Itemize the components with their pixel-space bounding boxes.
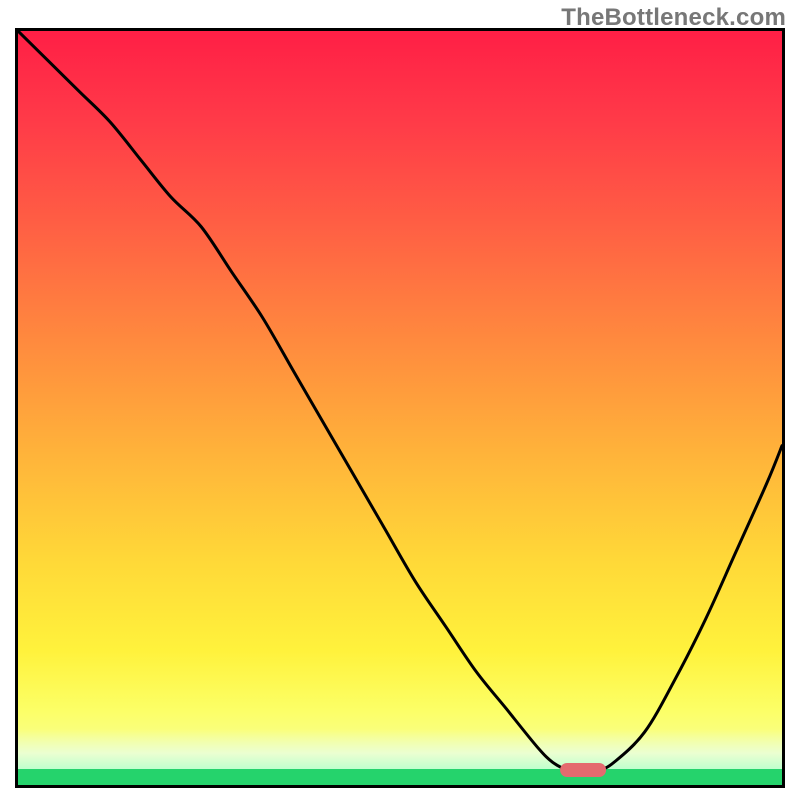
optimal-marker [560,763,606,777]
watermark-text: TheBottleneck.com [561,4,786,32]
chart-container: TheBottleneck.com [0,0,800,800]
plot-frame [15,28,785,788]
bottleneck-curve [18,31,782,785]
plot-area [18,31,782,785]
